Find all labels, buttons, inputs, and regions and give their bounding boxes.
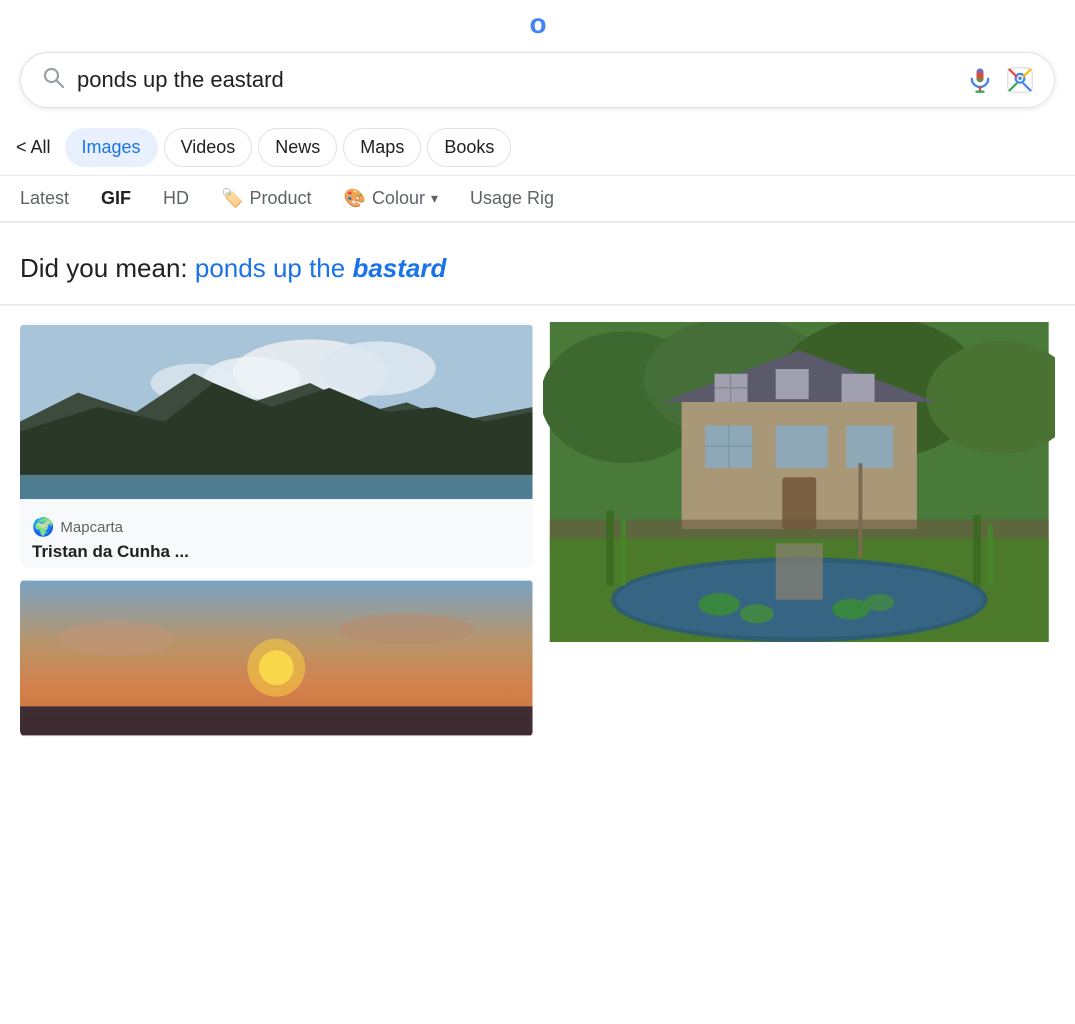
tab-maps[interactable]: Maps [343, 128, 421, 167]
tab-videos[interactable]: Videos [164, 128, 253, 167]
filter-tabs: < All Images Videos News Maps Books [0, 120, 1075, 176]
image-card-pond[interactable] [543, 322, 1056, 642]
image-title: Tristan da Cunha ... [32, 542, 521, 562]
search-bar: ponds up the eastard [20, 52, 1055, 108]
lens-icon[interactable] [1006, 66, 1034, 94]
tab-books[interactable]: Books [427, 128, 511, 167]
mountain-image [20, 322, 533, 502]
source-name: Mapcarta [60, 519, 123, 536]
search-bar-container: ponds up the eastard [0, 44, 1075, 120]
product-icon: 🏷️ [221, 188, 243, 209]
source-row: 🌍 Mapcarta [32, 517, 521, 538]
tab-all[interactable]: < All [16, 129, 59, 166]
filter-bar: Latest GIF HD 🏷️ Product 🎨 Colour ▾ Usag… [0, 176, 1075, 223]
filter-colour[interactable]: 🎨 Colour ▾ [344, 188, 438, 209]
image-caption-mountain: 🌍 Mapcarta Tristan da Cunha ... [20, 507, 533, 568]
search-input[interactable]: ponds up the eastard [77, 67, 954, 93]
source-globe-icon: 🌍 [32, 517, 54, 538]
search-icon [41, 65, 65, 95]
did-you-mean-prefix: Did you mean: [20, 253, 195, 283]
mic-icon[interactable] [966, 66, 994, 94]
filter-usage[interactable]: Usage Rig [470, 188, 554, 209]
google-logo-partial: o [0, 0, 1075, 44]
logo-letter: o [529, 8, 545, 39]
tab-news[interactable]: News [258, 128, 337, 167]
did-you-mean-link[interactable]: ponds up the bastard [195, 253, 447, 283]
image-grid: 🌍 Mapcarta Tristan da Cunha ... [0, 306, 1075, 754]
chevron-down-icon: ▾ [431, 190, 438, 207]
image-col-right [543, 322, 1056, 738]
image-col-left: 🌍 Mapcarta Tristan da Cunha ... [20, 322, 533, 738]
did-you-mean: Did you mean: ponds up the bastard [0, 223, 1075, 305]
sunset-image [20, 578, 533, 738]
colour-icon: 🎨 [344, 188, 366, 209]
image-card-mountain[interactable]: 🌍 Mapcarta Tristan da Cunha ... [20, 322, 533, 568]
filter-latest[interactable]: Latest [20, 188, 69, 209]
filter-gif[interactable]: GIF [101, 188, 131, 209]
tab-images[interactable]: Images [65, 128, 158, 167]
filter-hd[interactable]: HD [163, 188, 189, 209]
filter-product[interactable]: 🏷️ Product [221, 188, 311, 209]
pond-house-image [543, 322, 1056, 642]
image-card-sunset[interactable] [20, 578, 533, 738]
